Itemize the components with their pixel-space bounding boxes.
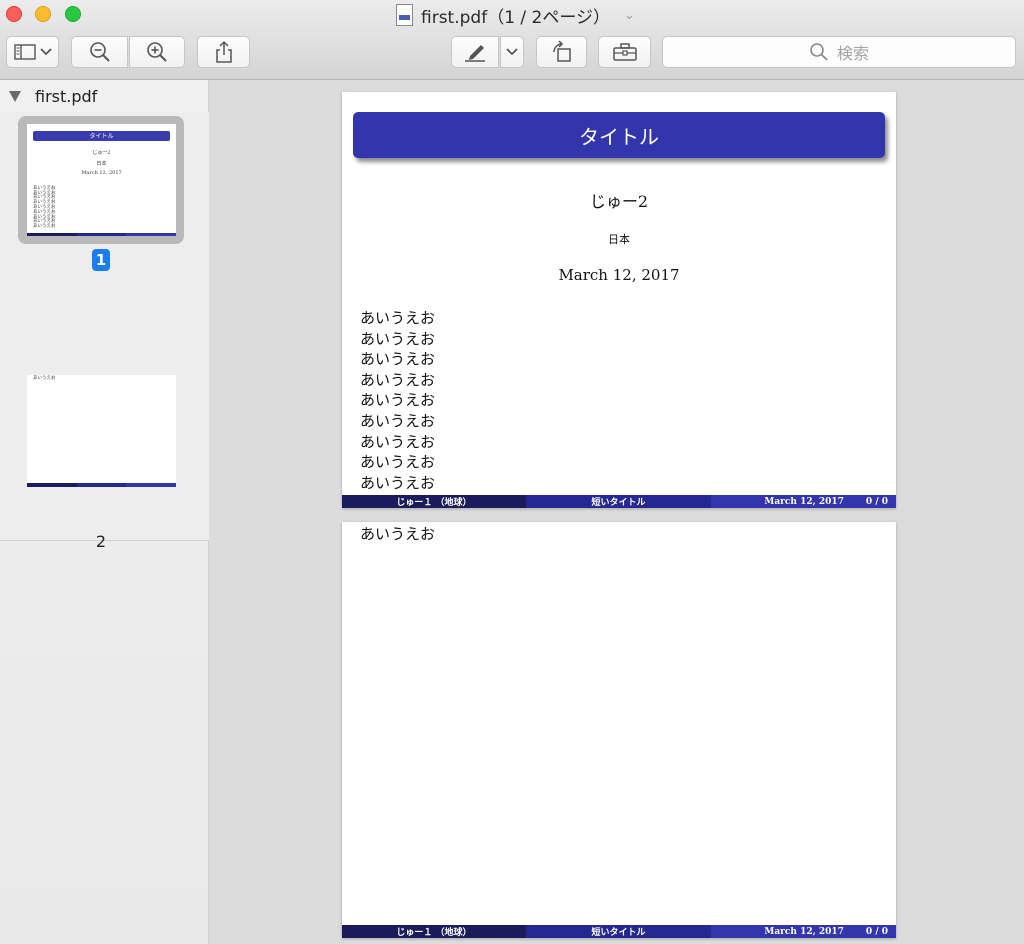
footer-page-number: 0 / 0 bbox=[865, 496, 888, 507]
preview-window: first.pdf（1 / 2ページ） ⌄ 検索 first.pdf タイトル … bbox=[0, 0, 1024, 944]
footer-author: じゅー１ （地球） bbox=[342, 495, 526, 508]
window-title[interactable]: first.pdf（1 / 2ページ） ⌄ bbox=[396, 2, 635, 28]
page-2-label[interactable]: 2 bbox=[90, 532, 112, 551]
thumb-body-line: あいうえお bbox=[32, 376, 56, 382]
page-1-label[interactable]: 1 bbox=[92, 249, 110, 271]
pdf-page-1: タイトル じゅー2 日本 March 12, 2017 あいうえお あいうえお あい… bbox=[342, 92, 896, 508]
slide-date: March 12, 2017 bbox=[558, 266, 680, 284]
page-2-thumbnail[interactable]: あいうえお bbox=[27, 375, 176, 487]
thumb-footer bbox=[27, 482, 176, 487]
close-button[interactable] bbox=[6, 6, 22, 22]
body-line: あいうえお bbox=[360, 432, 436, 451]
footer-date: March 12, 2017 bbox=[764, 496, 844, 507]
pen-icon bbox=[465, 45, 485, 62]
sidebar-file-header[interactable]: first.pdf bbox=[0, 80, 209, 112]
thumbnail-sidebar: first.pdf タイトル じゅー2 日本 March 12, 2017 あい… bbox=[0, 80, 209, 944]
slide-footer: じゅー１ （地球） 短いタイトル March 12, 2017 0 / 0 bbox=[342, 925, 896, 938]
sidebar-toggle-button[interactable] bbox=[6, 36, 59, 68]
rotate-button[interactable] bbox=[536, 36, 587, 68]
document-view[interactable]: タイトル じゅー2 日本 March 12, 2017 あいうえお あいうえお あい… bbox=[210, 80, 1024, 944]
toolbox-icon bbox=[612, 43, 637, 61]
thumb-author: じゅー2 bbox=[92, 149, 111, 156]
thumb-date: March 12, 2017 bbox=[81, 169, 122, 176]
page-1-thumbnail[interactable]: タイトル じゅー2 日本 March 12, 2017 あいうえお あいうえお あい… bbox=[27, 124, 176, 236]
zoom-out-icon bbox=[89, 42, 110, 62]
slide-body: あいうえお あいうえお あいうえお あいうえお あいうえお あいうえお あいうえお あいうえお… bbox=[360, 308, 435, 493]
chevron-down-icon bbox=[506, 48, 518, 56]
slide-institute: 日本 bbox=[608, 233, 630, 246]
thumb-body: あいうえお bbox=[32, 376, 56, 382]
toolbox-button[interactable] bbox=[598, 36, 651, 68]
chevron-down-icon bbox=[39, 48, 52, 56]
disclosure-triangle-icon[interactable] bbox=[9, 90, 21, 102]
body-line: あいうえお bbox=[360, 309, 436, 327]
footer-short-title: 短いタイトル bbox=[526, 925, 711, 938]
body-line: あいうえお bbox=[360, 329, 436, 348]
footer-short-title: 短いタイトル bbox=[526, 495, 711, 508]
share-icon bbox=[215, 40, 232, 63]
slide-title: タイトル bbox=[353, 112, 885, 158]
rotate-icon bbox=[552, 40, 571, 62]
share-button[interactable] bbox=[197, 36, 250, 68]
thumb-body: あいうえお あいうえお あいうえお あいうえお あいうえお あいうえお あいうえお あいうえお… bbox=[32, 186, 56, 230]
body-line: あいうえお bbox=[360, 473, 436, 492]
pdf-document-icon bbox=[396, 4, 413, 26]
markup-menu-button[interactable] bbox=[500, 36, 524, 68]
body-line: あいうえお bbox=[360, 453, 436, 472]
footer-date-page: March 12, 2017 0 / 0 bbox=[711, 925, 896, 938]
footer-page-number: 0 / 0 bbox=[865, 926, 888, 937]
chevron-down-icon[interactable]: ⌄ bbox=[624, 8, 635, 23]
zoom-in-button[interactable] bbox=[129, 36, 185, 68]
thumb-body-line: あいうえお bbox=[32, 224, 56, 230]
search-field[interactable]: 検索 bbox=[662, 36, 1016, 68]
title-bar: first.pdf（1 / 2ページ） ⌄ 検索 bbox=[0, 0, 1024, 80]
footer-date: March 12, 2017 bbox=[764, 926, 844, 937]
body-line: あいうえお bbox=[360, 391, 436, 410]
window-title-text: first.pdf（1 / 2ページ） bbox=[421, 7, 611, 28]
footer-author: じゅー１ （地球） bbox=[342, 925, 526, 938]
body-line: あいうえお bbox=[360, 370, 436, 389]
thumb-footer bbox=[27, 232, 176, 236]
sidebar-icon bbox=[13, 44, 36, 60]
pdf-page-2: あいうえお じゅー１ （地球） 短いタイトル March 12, 2017 0 … bbox=[342, 522, 896, 938]
slide-body: あいうえお bbox=[360, 524, 435, 545]
slide-author: じゅー2 bbox=[589, 192, 649, 211]
sidebar-file-name: first.pdf bbox=[35, 86, 98, 106]
body-line: あいうえお bbox=[360, 411, 436, 430]
markup-button[interactable] bbox=[451, 36, 499, 68]
page-thumbnails: タイトル じゅー2 日本 March 12, 2017 あいうえお あいうえお あい… bbox=[0, 112, 209, 551]
minimize-button[interactable] bbox=[35, 6, 51, 22]
zoom-in-icon bbox=[147, 42, 167, 62]
zoom-window-button[interactable] bbox=[65, 6, 81, 22]
search-placeholder: 検索 bbox=[836, 44, 869, 63]
body-line: あいうえお bbox=[360, 525, 436, 543]
body-line: あいうえお bbox=[360, 350, 436, 369]
search-icon bbox=[810, 43, 828, 61]
thumb-institute: 日本 bbox=[96, 160, 107, 167]
footer-date-page: March 12, 2017 0 / 0 bbox=[711, 495, 896, 508]
thumb-title-bar: タイトル bbox=[32, 130, 171, 141]
zoom-out-button[interactable] bbox=[71, 36, 128, 68]
slide-footer: じゅー１ （地球） 短いタイトル March 12, 2017 0 / 0 bbox=[342, 495, 896, 508]
